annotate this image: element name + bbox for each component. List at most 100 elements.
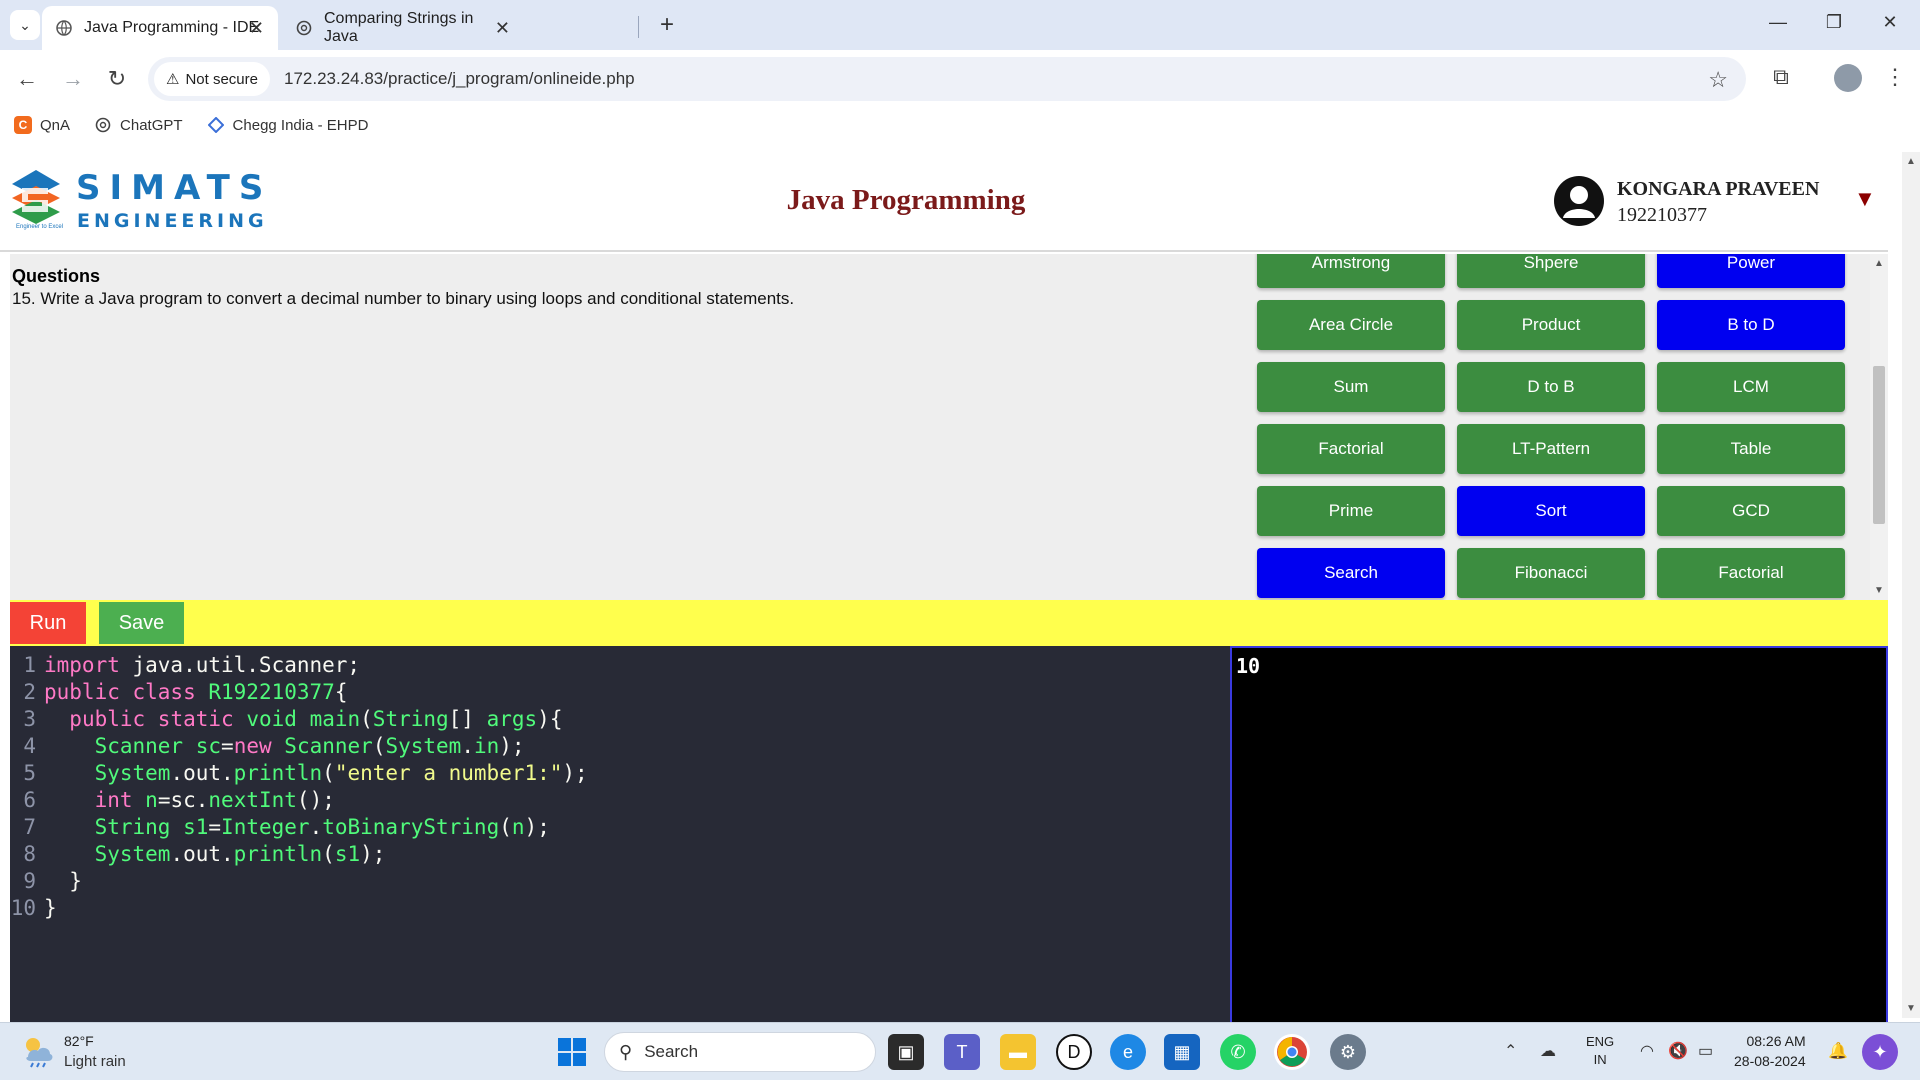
edge-icon[interactable]: e bbox=[1110, 1034, 1146, 1070]
security-chip[interactable]: ⚠ Not secure bbox=[154, 62, 270, 96]
address-bar[interactable]: ⚠ Not secure 172.23.24.83/practice/j_pro… bbox=[148, 57, 1746, 101]
program-button[interactable]: Armstrong bbox=[1257, 254, 1445, 288]
tab-comparing-strings[interactable]: Comparing Strings in Java ✕ bbox=[282, 6, 524, 50]
bookmark-chatgpt[interactable]: ChatGPT bbox=[94, 116, 183, 134]
code-text: } bbox=[44, 869, 82, 893]
tab-java-ide[interactable]: Java Programming - IDE ✕ bbox=[42, 6, 278, 50]
scroll-down-icon[interactable]: ▼ bbox=[1874, 585, 1884, 596]
bookmark-chegg-india[interactable]: Chegg India - EHPD bbox=[207, 116, 368, 134]
language-code: ENG bbox=[1586, 1034, 1615, 1049]
line-number: 7 bbox=[23, 815, 36, 839]
program-button[interactable]: Area Circle bbox=[1257, 300, 1445, 350]
notification-bell-icon[interactable]: 🔔 bbox=[1828, 1041, 1848, 1061]
tab-divider bbox=[638, 16, 639, 38]
language-indicator[interactable]: ENG IN bbox=[1586, 1033, 1614, 1069]
teams-icon[interactable]: T bbox=[944, 1034, 980, 1070]
search-placeholder: Search bbox=[644, 1042, 699, 1061]
speaker-muted-icon[interactable]: 🔇 bbox=[1668, 1041, 1688, 1061]
program-button[interactable]: Table bbox=[1657, 424, 1845, 474]
caret-down-icon[interactable]: ▼ bbox=[1854, 186, 1876, 212]
code-text: System.out.println("enter a number1:"); bbox=[94, 761, 588, 785]
extensions-icon[interactable]: ⧉ bbox=[1766, 64, 1796, 90]
minimize-icon[interactable]: — bbox=[1758, 12, 1798, 33]
program-button[interactable]: LCM bbox=[1657, 362, 1845, 412]
program-button[interactable]: Product bbox=[1457, 300, 1645, 350]
program-button[interactable]: Sort bbox=[1457, 486, 1645, 536]
microsoft-store-icon[interactable]: ▦ bbox=[1164, 1034, 1200, 1070]
diamond-icon bbox=[207, 116, 225, 134]
user-avatar-icon[interactable] bbox=[1554, 176, 1604, 226]
tab-title: Comparing Strings in Java bbox=[324, 10, 474, 45]
chegg-c-icon: C bbox=[14, 116, 32, 134]
chevron-up-icon[interactable]: ⌃ bbox=[1504, 1041, 1517, 1061]
battery-icon[interactable]: ▭ bbox=[1698, 1041, 1713, 1061]
program-buttons-panel: Armstrong Shpere Power Area Circle Product B … bbox=[1231, 254, 1888, 600]
program-button[interactable]: Shpere bbox=[1457, 254, 1645, 288]
more-menu-icon[interactable]: ⋮ bbox=[1880, 64, 1910, 90]
close-icon[interactable]: ✕ bbox=[495, 18, 510, 39]
bookmark-qna[interactable]: C QnA bbox=[14, 116, 70, 134]
code-editor[interactable]: 1 import java.util.Scanner; 2 public class… bbox=[10, 646, 1230, 1022]
scrollbar-thumb[interactable] bbox=[1873, 366, 1885, 524]
wifi-icon[interactable]: ◠ bbox=[1640, 1041, 1654, 1061]
scroll-up-icon[interactable]: ▲ bbox=[1874, 258, 1884, 269]
weather-rain-icon[interactable] bbox=[20, 1033, 56, 1069]
window-close-icon[interactable]: ✕ bbox=[1870, 12, 1910, 33]
program-button[interactable]: Power bbox=[1657, 254, 1845, 288]
code-line: 4 Scanner sc=new Scanner(System.in); bbox=[10, 733, 1230, 760]
copilot-icon[interactable]: ✦ bbox=[1862, 1034, 1898, 1070]
task-view-icon[interactable]: ▣ bbox=[888, 1034, 924, 1070]
console-output: 10 bbox=[1236, 654, 1261, 678]
tab-search-button[interactable]: ⌄ bbox=[10, 10, 40, 40]
code-line: 5 System.out.println("enter a number1:")… bbox=[10, 760, 1230, 787]
windows-start-icon[interactable] bbox=[554, 1034, 590, 1070]
reload-icon[interactable]: ↻ bbox=[102, 64, 132, 94]
page-content: SIMATS ENGINEERING Engineer to Excel Jav… bbox=[0, 142, 1920, 1022]
scroll-up-icon[interactable]: ▲ bbox=[1906, 156, 1916, 167]
output-console[interactable]: 10 bbox=[1230, 646, 1888, 1022]
program-button[interactable]: GCD bbox=[1657, 486, 1845, 536]
program-panel-scrollbar[interactable]: ▲ ▼ bbox=[1870, 254, 1888, 600]
program-button[interactable]: B to D bbox=[1657, 300, 1845, 350]
profile-avatar[interactable] bbox=[1834, 64, 1862, 92]
onedrive-icon[interactable]: ☁ bbox=[1540, 1041, 1556, 1061]
restore-icon[interactable]: ❐ bbox=[1814, 12, 1854, 33]
dell-icon[interactable]: D bbox=[1056, 1034, 1092, 1070]
weather-temperature: 82°F bbox=[64, 1033, 94, 1049]
program-button[interactable]: Search bbox=[1257, 548, 1445, 598]
bookmark-star-icon[interactable]: ☆ bbox=[1708, 67, 1728, 93]
line-number: 5 bbox=[23, 761, 36, 785]
forward-arrow-icon[interactable]: → bbox=[58, 64, 88, 94]
program-button[interactable]: Prime bbox=[1257, 486, 1445, 536]
code-line: 3 public static void main(String[] args)… bbox=[10, 706, 1230, 733]
program-button[interactable]: D to B bbox=[1457, 362, 1645, 412]
settings-gear-icon[interactable]: ⚙ bbox=[1330, 1034, 1366, 1070]
code-line: 10} bbox=[10, 895, 1230, 922]
chrome-icon[interactable] bbox=[1274, 1034, 1310, 1070]
url-text[interactable]: 172.23.24.83/practice/j_program/onlineid… bbox=[284, 69, 635, 89]
code-line: 6 int n=sc.nextInt(); bbox=[10, 787, 1230, 814]
program-button[interactable]: LT-Pattern bbox=[1457, 424, 1645, 474]
file-explorer-icon[interactable]: ▬ bbox=[1000, 1034, 1036, 1070]
save-button[interactable]: Save bbox=[99, 602, 184, 644]
clock[interactable]: 08:26 AM 28-08-2024 bbox=[1734, 1031, 1806, 1071]
bookmark-label: QnA bbox=[40, 116, 71, 134]
run-button[interactable]: Run bbox=[10, 602, 86, 644]
clock-date: 28-08-2024 bbox=[1734, 1053, 1806, 1069]
program-button[interactable]: Sum bbox=[1257, 362, 1445, 412]
program-button[interactable]: Factorial bbox=[1257, 424, 1445, 474]
code-line: 8 System.out.println(s1); bbox=[10, 841, 1230, 868]
close-icon[interactable]: ✕ bbox=[249, 18, 264, 39]
whatsapp-icon[interactable]: ✆ bbox=[1220, 1034, 1256, 1070]
taskbar-search[interactable]: ⚲ Search bbox=[604, 1032, 876, 1072]
new-tab-button[interactable]: + bbox=[652, 10, 682, 40]
tab-title: Java Programming - IDE bbox=[84, 19, 260, 36]
browser-toolbar: ← → ↻ ⚠ Not secure 172.23.24.83/practice… bbox=[0, 50, 1920, 108]
page-scrollbar[interactable]: ▲ ▼ bbox=[1902, 152, 1920, 1018]
back-arrow-icon[interactable]: ← bbox=[12, 64, 42, 94]
scroll-down-icon[interactable]: ▼ bbox=[1906, 1003, 1916, 1014]
program-button[interactable]: Fibonacci bbox=[1457, 548, 1645, 598]
user-name: KONGARA PRAVEEN bbox=[1617, 178, 1820, 200]
program-button[interactable]: Factorial bbox=[1657, 548, 1845, 598]
line-number: 3 bbox=[23, 707, 36, 731]
